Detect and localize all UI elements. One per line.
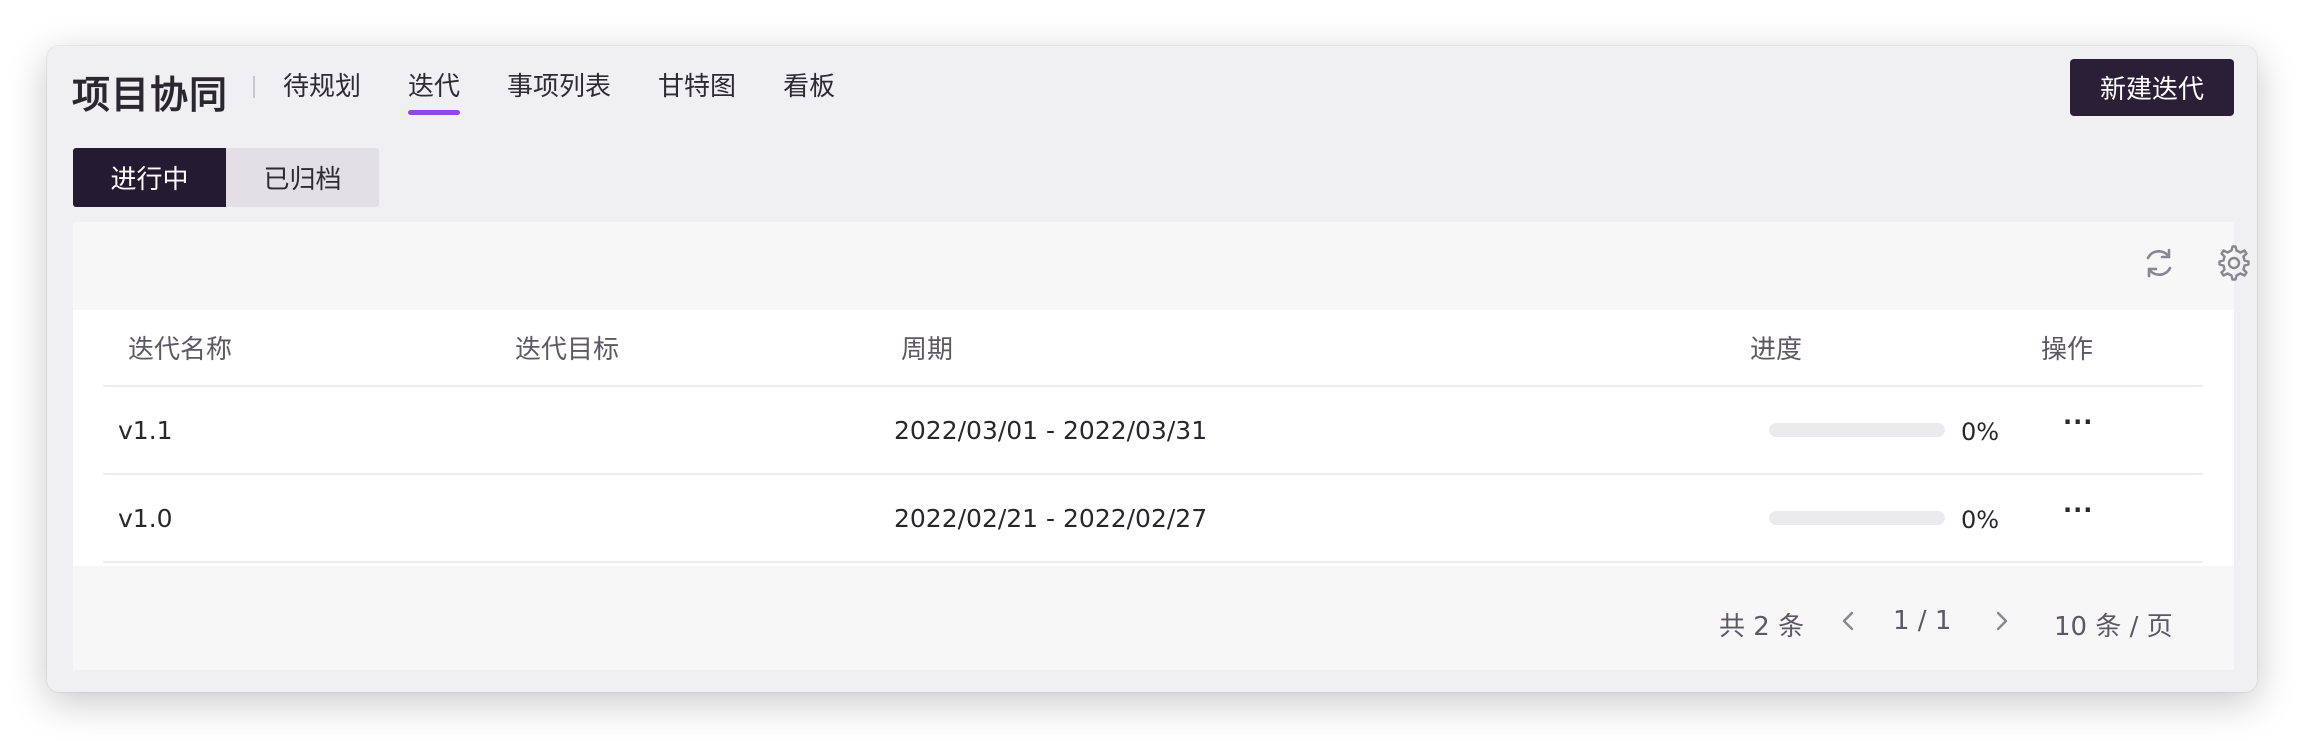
column-header-goal: 迭代目标 xyxy=(515,335,620,365)
progress-cell: 0% xyxy=(1769,475,1999,561)
status-segmented-control: 进行中 已归档 xyxy=(73,148,379,207)
pagination: 共 2 条 1 / 1 10 条 / 页 xyxy=(73,606,2234,646)
iterations-table: 迭代名称 迭代目标 周期 进度 操作 v1.1 2022/03/01 - 202… xyxy=(73,310,2234,566)
top-nav: 待规划 迭代 事项列表 甘特图 看板 xyxy=(283,66,882,115)
progress-percent: 0% xyxy=(1961,506,2000,534)
tab-issue-list[interactable]: 事项列表 xyxy=(507,66,611,115)
tab-gantt[interactable]: 甘特图 xyxy=(658,66,736,115)
column-header-actions: 操作 xyxy=(2041,335,2094,365)
progress-cell: 0% xyxy=(1769,387,1999,473)
prev-page-icon[interactable] xyxy=(1837,606,1859,643)
iteration-period: 2022/03/01 - 2022/03/31 xyxy=(894,415,1208,445)
more-icon[interactable]: ··· xyxy=(2063,496,2093,524)
iteration-period: 2022/02/21 - 2022/02/27 xyxy=(894,503,1208,533)
tab-iterations[interactable]: 迭代 xyxy=(408,66,461,115)
next-page-icon[interactable] xyxy=(1991,606,2013,643)
more-icon[interactable]: ··· xyxy=(2063,408,2093,436)
nav-divider xyxy=(253,76,255,98)
progress-percent: 0% xyxy=(1961,418,2000,446)
page-indicator: 1 / 1 xyxy=(1893,606,1952,636)
row-actions[interactable]: ··· xyxy=(2063,387,2093,473)
new-iteration-button[interactable]: 新建迭代 xyxy=(2070,59,2234,116)
progress-bar xyxy=(1769,423,1945,437)
column-header-progress: 进度 xyxy=(1750,335,1803,365)
column-header-name: 迭代名称 xyxy=(128,335,233,365)
row-actions[interactable]: ··· xyxy=(2063,475,2093,561)
table-row[interactable]: v1.0 2022/02/21 - 2022/02/27 0% ··· xyxy=(103,475,2203,563)
app-window: 项目协同 待规划 迭代 事项列表 甘特图 看板 新建迭代 进行中 已归档 迭代名… xyxy=(47,46,2257,692)
segment-archived[interactable]: 已归档 xyxy=(226,148,379,207)
iteration-name[interactable]: v1.1 xyxy=(118,387,173,473)
tab-planning[interactable]: 待规划 xyxy=(283,66,361,115)
progress-bar xyxy=(1769,511,1945,525)
refresh-icon[interactable] xyxy=(2140,244,2178,282)
table-header: 迭代名称 迭代目标 周期 进度 操作 xyxy=(103,310,2203,387)
iterations-panel: 迭代名称 迭代目标 周期 进度 操作 v1.1 2022/03/01 - 202… xyxy=(73,222,2250,670)
total-count: 共 2 条 xyxy=(1719,612,1805,642)
page-size-select[interactable]: 10 条 / 页 xyxy=(2054,606,2173,643)
iteration-name[interactable]: v1.0 xyxy=(118,475,173,561)
tab-board[interactable]: 看板 xyxy=(783,66,835,115)
app-title: 项目协同 xyxy=(72,73,229,117)
segment-in-progress[interactable]: 进行中 xyxy=(73,148,226,207)
table-row[interactable]: v1.1 2022/03/01 - 2022/03/31 0% ··· xyxy=(103,387,2203,475)
settings-icon[interactable] xyxy=(2215,244,2253,282)
column-header-period: 周期 xyxy=(901,335,954,365)
